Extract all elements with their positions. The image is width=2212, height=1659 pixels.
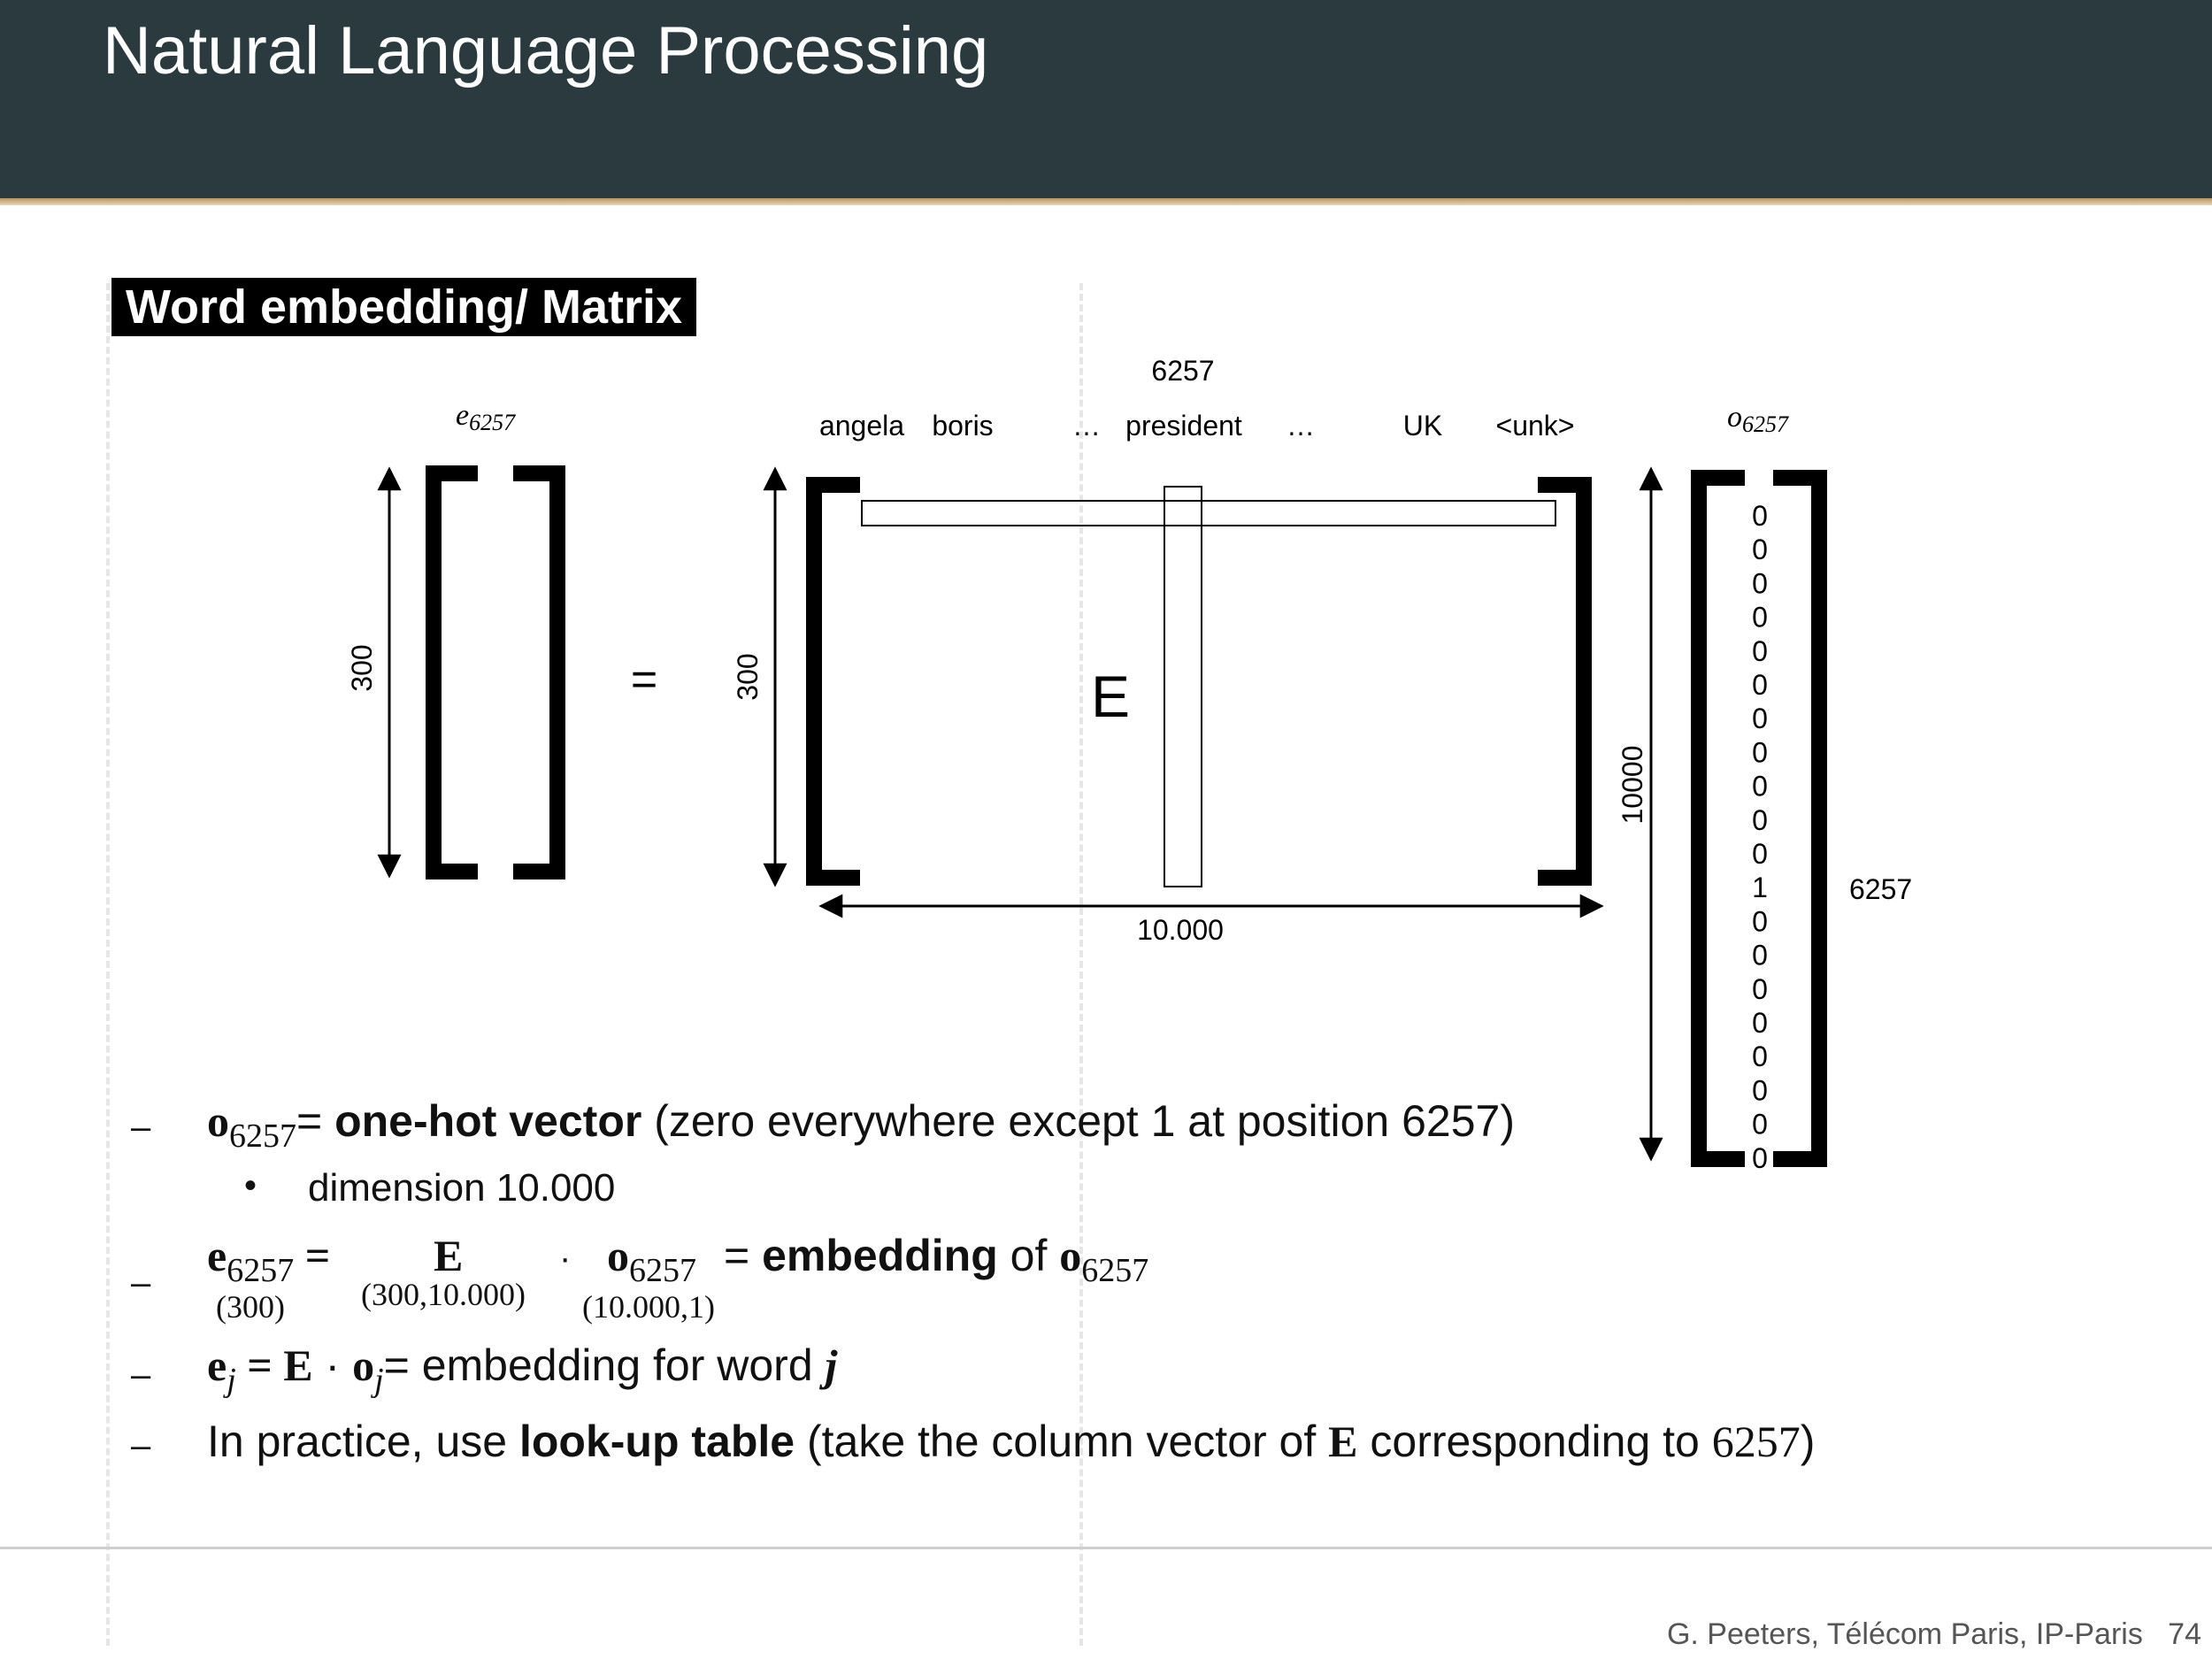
vocab-word: angela [819,410,904,442]
embedding-diagram: e6257 300 = 300 E 10.000 6257 angela bor… [346,355,1912,1174]
one-hot-entry: 0 [1752,940,1768,972]
e-dimension: (300) [216,1289,285,1325]
vocab-word: president [1125,410,1242,442]
one-hot-entry: 0 [1752,905,1768,937]
bullet-embedding-E: E [434,1231,464,1280]
vocab-ellipsis: … [1072,410,1101,442]
sub-bullet-dot: • [244,1166,257,1205]
bullet-dash: – [131,1356,151,1394]
one-hot-entry: 0 [1752,1074,1768,1106]
bullet-dash: – [131,1263,151,1302]
slide-footer: G. Peeters, Télécom Paris, IP-Paris 74 [1666,1617,2201,1651]
one-hot-entry: 0 [1752,736,1768,768]
bullet-embedding-lhs: e6257 = [207,1231,331,1289]
vocab-word: boris [932,410,993,442]
one-hot-entries: 00000000000100000000 [1752,500,1768,1174]
one-hot-entry: 0 [1752,1109,1768,1141]
E-dimension: (300,10.000) [361,1277,526,1312]
vocab-ellipsis: … [1286,410,1315,442]
e-vector-label: e6257 [456,399,516,435]
E-width-label: 10.000 [1137,914,1224,946]
one-hot-entry: 0 [1752,1041,1768,1072]
bullet-general-embedding: ej = E · oj= embedding for word j [207,1340,838,1399]
bullet-one-hot: o6257= one-hot vector (zero everywhere e… [207,1096,1515,1155]
E-matrix-label: E [1091,664,1130,729]
E-right-bracket [1538,477,1592,886]
E-row-highlight [861,500,1556,526]
one-hot-entry: 0 [1752,1142,1768,1174]
one-hot-entry: 0 [1752,567,1768,599]
o-position-label: 6257 [1849,873,1912,905]
sub-bullet-dimension: dimension 10.000 [308,1166,616,1210]
bullet-dash: – [131,1426,151,1465]
vocab-word: UK [1403,410,1442,442]
one-hot-entry: 1 [1752,872,1768,903]
bullet-embedding-rhs: = embedding of o6257 [724,1231,1149,1289]
column-index-label: 6257 [1151,355,1214,387]
o-left-bracket [1691,470,1745,1167]
e-left-bracket [426,465,478,879]
one-hot-entry: 0 [1752,838,1768,870]
bullet-embedding-o: o6257 [607,1231,696,1289]
vocab-word: <unk> [1496,410,1575,442]
one-hot-entry: 0 [1752,804,1768,836]
one-hot-entry: 0 [1752,635,1768,667]
one-hot-entry: 0 [1752,703,1768,734]
E-height-label: 300 [732,653,764,700]
o-right-bracket [1773,470,1827,1167]
one-hot-entry: 0 [1752,602,1768,634]
e-height-label: 300 [346,644,378,691]
one-hot-entry: 0 [1752,669,1768,701]
o-vector-label: o6257 [1727,401,1789,437]
equals-sign: = [631,654,657,705]
bullet-dash: – [131,1108,151,1147]
one-hot-entry: 0 [1752,534,1768,565]
e-right-bracket [513,465,565,879]
E-left-bracket [806,477,860,886]
page-number: 74 [2168,1617,2201,1651]
one-hot-entry: 0 [1752,973,1768,1005]
one-hot-entry: 0 [1752,500,1768,532]
E-column-highlight [1164,486,1202,887]
o-height-label: 10000 [1617,746,1648,825]
bullet-lookup-table: In practice, use look-up table (take the… [207,1417,1816,1466]
one-hot-entry: 0 [1752,1007,1768,1039]
dot-operator: · [559,1239,572,1278]
one-hot-entry: 0 [1752,771,1768,803]
o-dimension: (10.000,1) [582,1289,715,1325]
footer-rule [0,1547,2212,1549]
